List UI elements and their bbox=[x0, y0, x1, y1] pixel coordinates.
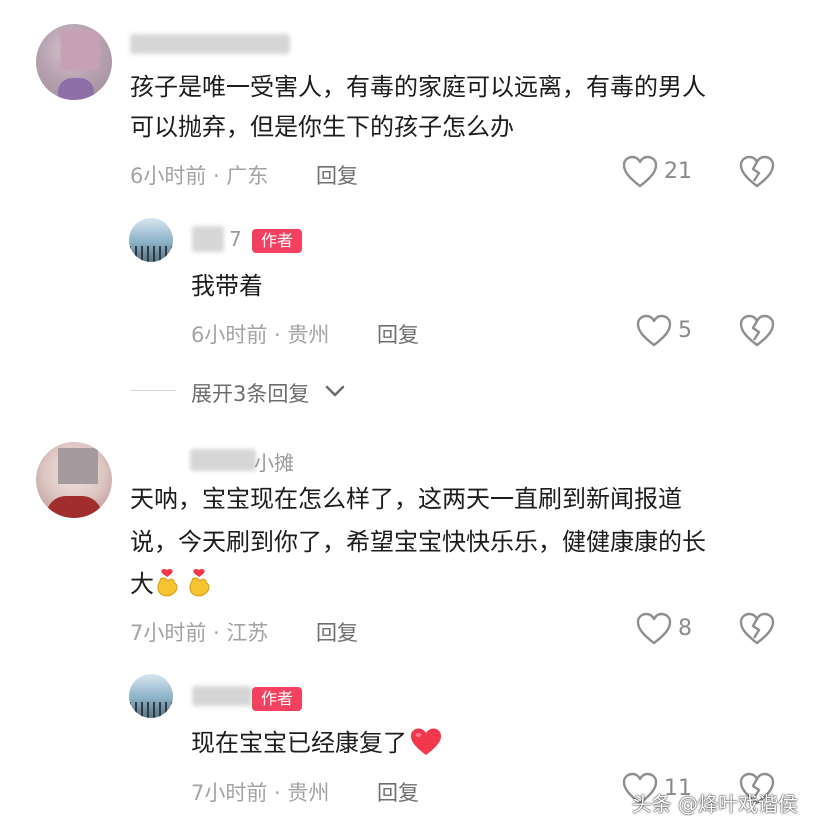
heart-outline-icon[interactable] bbox=[636, 612, 672, 646]
reply-meta: 7小时前 · 贵州 bbox=[191, 781, 330, 805]
author-badge: 作者 bbox=[252, 229, 303, 253]
comment-text-line: 说，今天刷到你了，希望宝宝快快乐乐，健健康康的长 bbox=[130, 528, 706, 556]
reply-button[interactable]: 回复 bbox=[316, 160, 358, 190]
finger-heart-emoji bbox=[157, 568, 178, 597]
divider bbox=[130, 390, 176, 391]
reply-button[interactable]: 回复 bbox=[377, 777, 419, 807]
blurred-username[interactable] bbox=[192, 226, 224, 252]
comment-text-line: 可以抛弃，但是你生下的孩子怎么办 bbox=[130, 113, 514, 141]
heart-outline-icon[interactable] bbox=[636, 314, 672, 348]
avatar-figure bbox=[46, 496, 102, 518]
blurred-username[interactable] bbox=[192, 686, 252, 706]
avatar-blur bbox=[60, 30, 100, 70]
blurred-username[interactable] bbox=[190, 449, 256, 471]
like-count: 5 bbox=[678, 318, 692, 343]
avatar[interactable] bbox=[129, 674, 173, 718]
reply-text: 我带着 bbox=[191, 272, 263, 300]
broken-heart-icon[interactable] bbox=[739, 314, 775, 348]
avatar-blur bbox=[58, 448, 98, 484]
reply-text-line: 现在宝宝已经康复了 bbox=[191, 725, 443, 761]
comment-text-fragment: 大 bbox=[130, 570, 154, 598]
reply-button[interactable]: 回复 bbox=[377, 319, 419, 349]
avatar-figure bbox=[58, 78, 94, 100]
comment-meta: 6小时前 · 广东 bbox=[130, 164, 269, 188]
avatar-figure bbox=[129, 702, 173, 718]
reply-username[interactable]: 7 bbox=[229, 227, 242, 251]
comment-username[interactable]: 小摊 bbox=[254, 447, 294, 476]
comment-text-line: 天呐，宝宝现在怎么样了，这两天一直刷到新闻报道 bbox=[130, 485, 682, 513]
avatar[interactable] bbox=[36, 24, 112, 100]
finger-heart-emoji bbox=[189, 568, 210, 597]
comment-meta: 7小时前 · 江苏 bbox=[130, 621, 269, 645]
reply-text: 现在宝宝已经康复了 bbox=[191, 729, 407, 757]
comment-text-line: 孩子是唯一受害人，有毒的家庭可以远离，有毒的男人 bbox=[130, 73, 706, 101]
avatar[interactable] bbox=[129, 218, 173, 262]
expand-replies-button[interactable]: 展开3条回复 bbox=[191, 378, 309, 408]
reply-button[interactable]: 回复 bbox=[316, 617, 358, 647]
blurred-username[interactable] bbox=[130, 34, 290, 54]
comment-text-line: 大 bbox=[130, 563, 218, 606]
reply-meta: 6小时前 · 贵州 bbox=[191, 323, 330, 347]
avatar[interactable] bbox=[36, 442, 112, 518]
like-count: 21 bbox=[664, 159, 692, 184]
avatar-figure bbox=[129, 246, 173, 262]
red-heart-emoji bbox=[411, 728, 441, 755]
author-badge: 作者 bbox=[252, 687, 303, 711]
chevron-down-icon[interactable] bbox=[324, 383, 346, 399]
heart-outline-icon[interactable] bbox=[622, 155, 658, 189]
broken-heart-icon[interactable] bbox=[739, 155, 775, 189]
watermark: 头条 @烽叶戏谐侯 bbox=[631, 792, 798, 816]
like-count: 8 bbox=[678, 616, 692, 641]
broken-heart-icon[interactable] bbox=[739, 612, 775, 646]
